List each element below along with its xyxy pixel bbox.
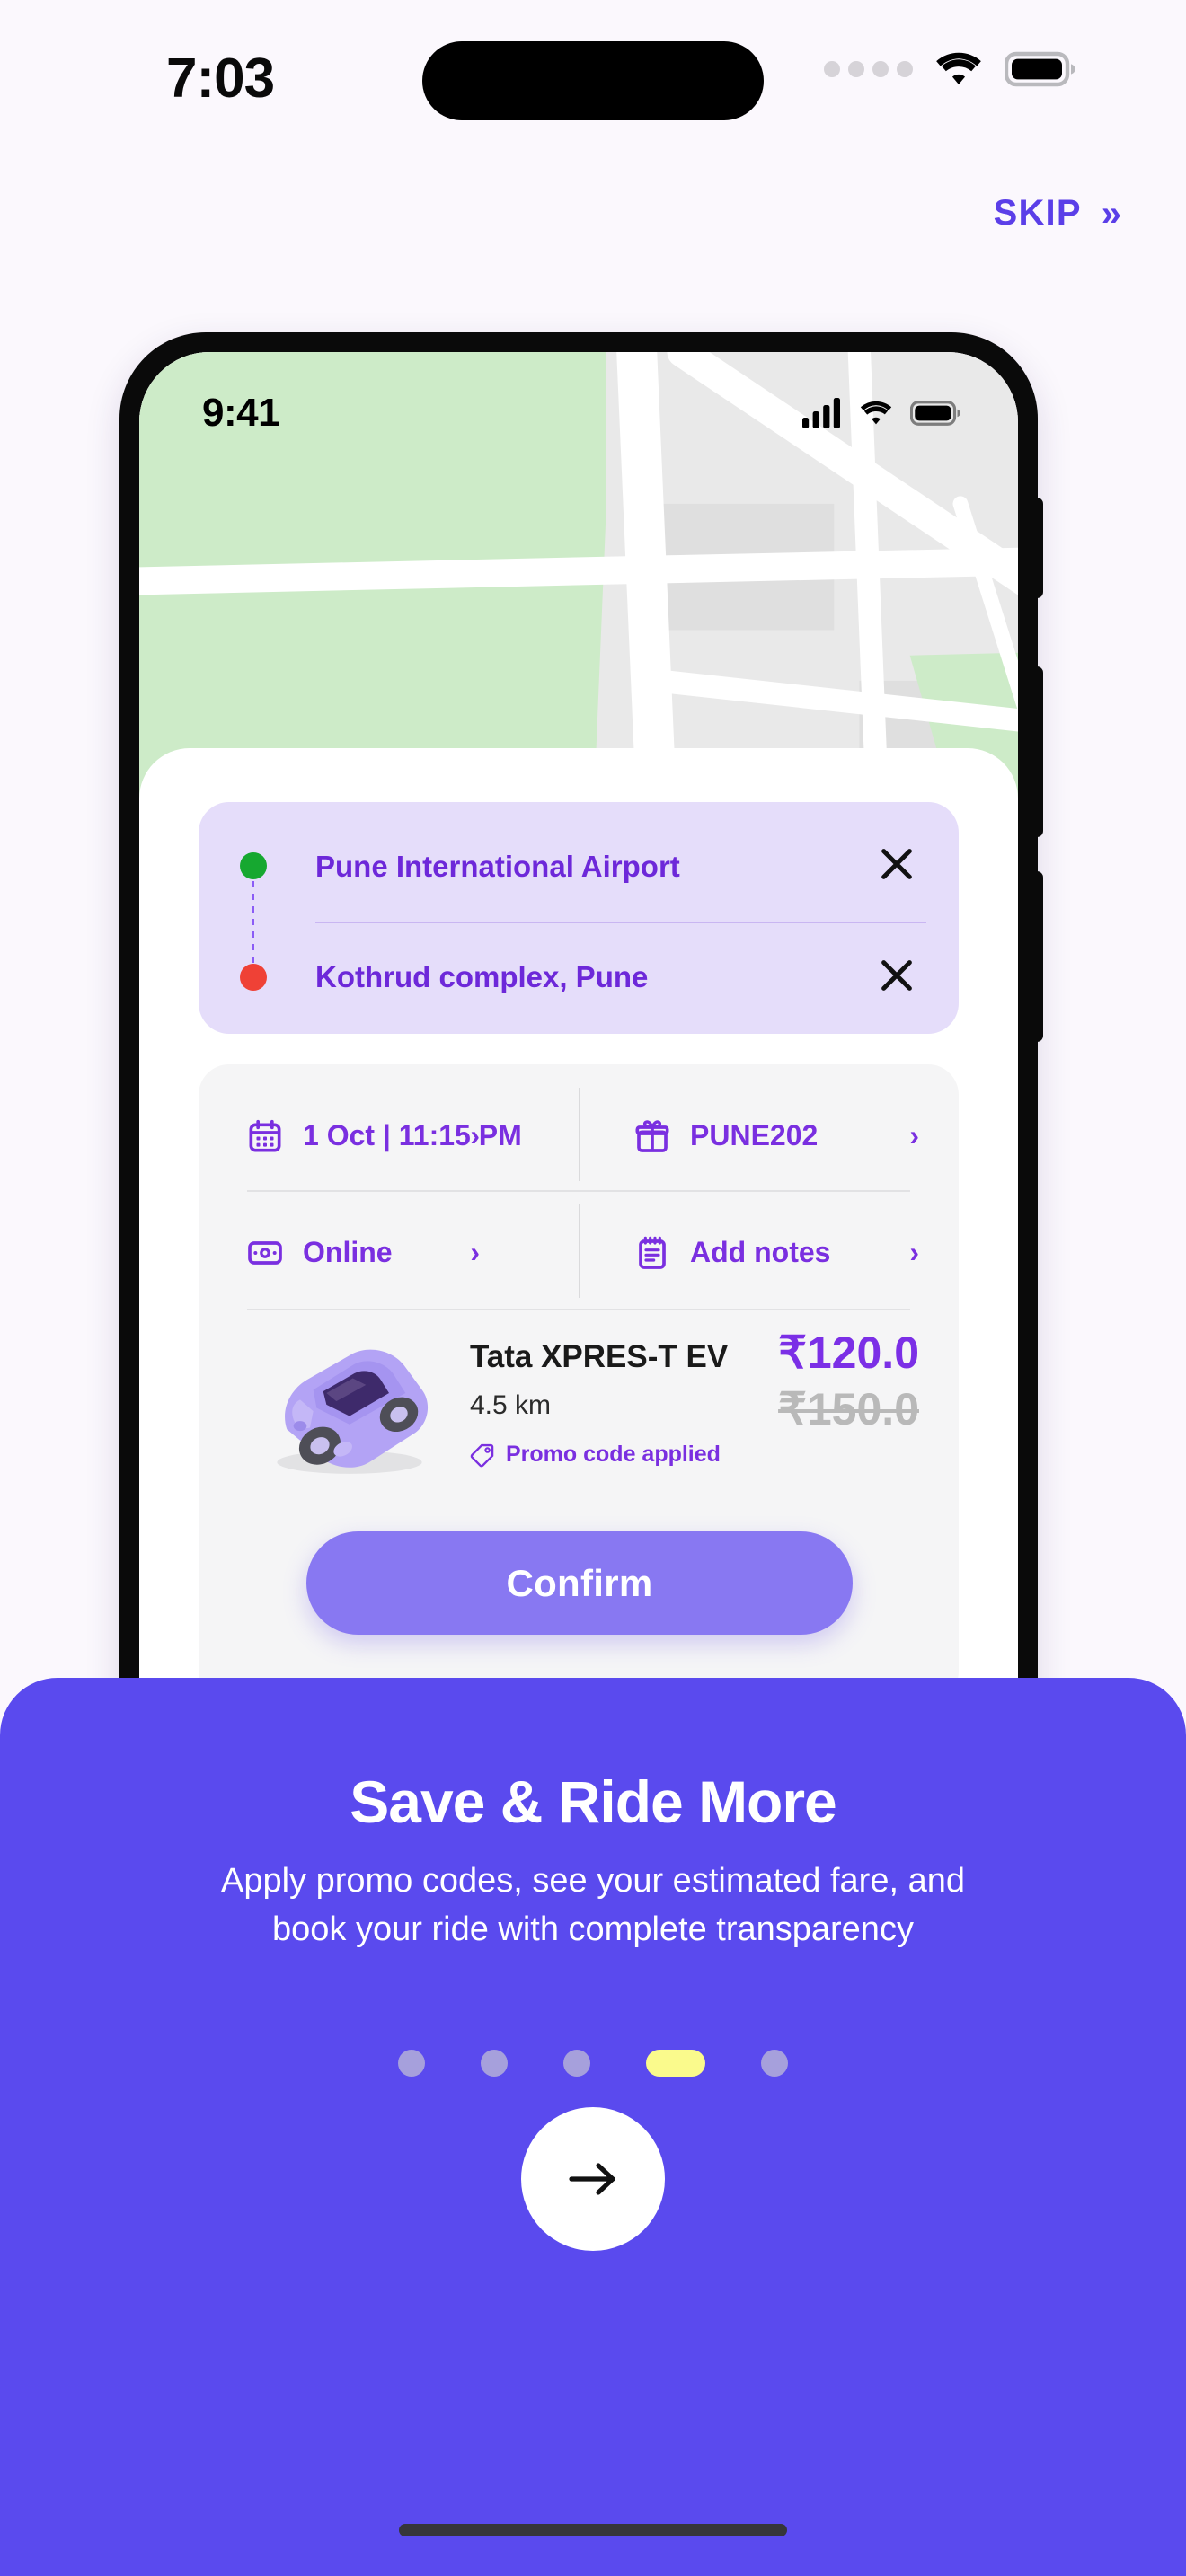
device-status-bar: 7:03 (0, 0, 1186, 171)
clear-dropoff-button[interactable] (876, 955, 917, 996)
arrow-right-icon (569, 2163, 615, 2195)
cellular-bars-icon (802, 398, 840, 428)
tag-icon (470, 1442, 495, 1468)
discounted-fare: ₹120.0 (778, 1328, 919, 1378)
options-vertical-divider-2 (579, 1204, 580, 1298)
promo-label: PUNE202 (690, 1119, 819, 1151)
confirm-button[interactable]: Confirm (306, 1531, 853, 1635)
page-title: Save & Ride More (350, 1769, 837, 1835)
preview-clock: 9:41 (202, 391, 280, 435)
promo-option[interactable]: PUNE202 › (579, 1084, 959, 1187)
close-icon (881, 849, 912, 879)
promo-applied-label: Promo code applied (506, 1442, 721, 1467)
preview-status-icons (802, 398, 960, 428)
route-dashed-line (252, 881, 254, 967)
clear-pickup-button[interactable] (876, 843, 917, 885)
booking-options-card: 1 Oct | 11:15 PM › PUNE202 › Online › Ad… (199, 1064, 959, 1702)
status-bar-indicators (824, 50, 1076, 88)
payment-option[interactable]: Online › (199, 1201, 579, 1304)
notes-option[interactable]: Add notes › (579, 1201, 959, 1304)
options-vertical-divider (579, 1088, 580, 1181)
next-button[interactable] (521, 2107, 665, 2251)
dropoff-location-label: Kothrud complex, Pune (315, 960, 649, 993)
pagination-dot-2[interactable] (481, 2050, 508, 2077)
close-icon (881, 960, 912, 991)
vehicle-name: Tata XPRES-T EV (470, 1339, 729, 1374)
wifi-icon (936, 52, 981, 84)
payment-label: Online (303, 1236, 393, 1268)
confirm-label: Confirm (506, 1561, 653, 1604)
schedule-label: 1 Oct | 11:15 PM (303, 1119, 522, 1151)
booking-sheet: Pune International Airport Kothrud compl… (139, 748, 1018, 1768)
pagination-dot-1[interactable] (398, 2050, 425, 2077)
gift-icon (634, 1118, 670, 1154)
battery-icon (910, 401, 960, 426)
home-indicator (399, 2524, 787, 2536)
chevron-right-icon: › (470, 1236, 480, 1268)
calendar-icon (247, 1118, 283, 1154)
status-bar-clock: 7:03 (166, 48, 275, 110)
location-card: Pune International Airport Kothrud compl… (199, 802, 959, 1034)
car-icon (251, 1334, 448, 1482)
notes-icon (634, 1235, 670, 1271)
double-chevron-right-icon: » (1101, 193, 1121, 234)
phone-mockup: 9:41 Pune International Airport Kothrud … (119, 332, 1043, 1787)
skip-label: SKIP (993, 193, 1082, 233)
chevron-right-icon: › (470, 1119, 480, 1151)
location-divider (315, 922, 926, 923)
dynamic-island (422, 41, 764, 120)
preview-status-bar: 9:41 (139, 386, 1018, 440)
schedule-option[interactable]: 1 Oct | 11:15 PM › (199, 1084, 579, 1187)
dropoff-dot-icon (240, 964, 267, 991)
chevron-right-icon: › (909, 1236, 919, 1268)
payment-card-icon (247, 1235, 283, 1271)
skip-button[interactable]: SKIP » (994, 193, 1121, 234)
battery-icon (1005, 51, 1075, 87)
notes-label: Add notes (690, 1236, 831, 1268)
pickup-dot-icon (240, 852, 267, 879)
ride-distance: 4.5 km (470, 1390, 552, 1420)
signal-dots-icon (824, 61, 913, 77)
onboarding-panel: Save & Ride More Apply promo codes, see … (0, 1678, 1186, 2576)
pagination-dot-3[interactable] (563, 2050, 590, 2077)
options-horizontal-divider-2 (247, 1309, 910, 1310)
phone-side-button-volume-up (1034, 666, 1043, 837)
skip-row: SKIP » (0, 184, 1186, 265)
pagination-dot-5[interactable] (761, 2050, 788, 2077)
pagination-dots (0, 2050, 1186, 2077)
pagination-dot-4-active[interactable] (646, 2050, 705, 2077)
phone-side-button-volume-down (1034, 871, 1043, 1042)
promo-applied-badge: Promo code applied (470, 1442, 721, 1468)
original-fare: ₹150.0 (778, 1384, 919, 1434)
chevron-right-icon: › (909, 1119, 919, 1151)
phone-screen: 9:41 Pune International Airport Kothrud … (139, 352, 1018, 1768)
wifi-icon (860, 401, 892, 425)
pickup-location-label: Pune International Airport (315, 850, 680, 883)
options-horizontal-divider (247, 1190, 910, 1192)
page-description: Apply promo codes, see your estimated fa… (220, 1862, 965, 1948)
phone-side-button-silent (1034, 498, 1043, 598)
